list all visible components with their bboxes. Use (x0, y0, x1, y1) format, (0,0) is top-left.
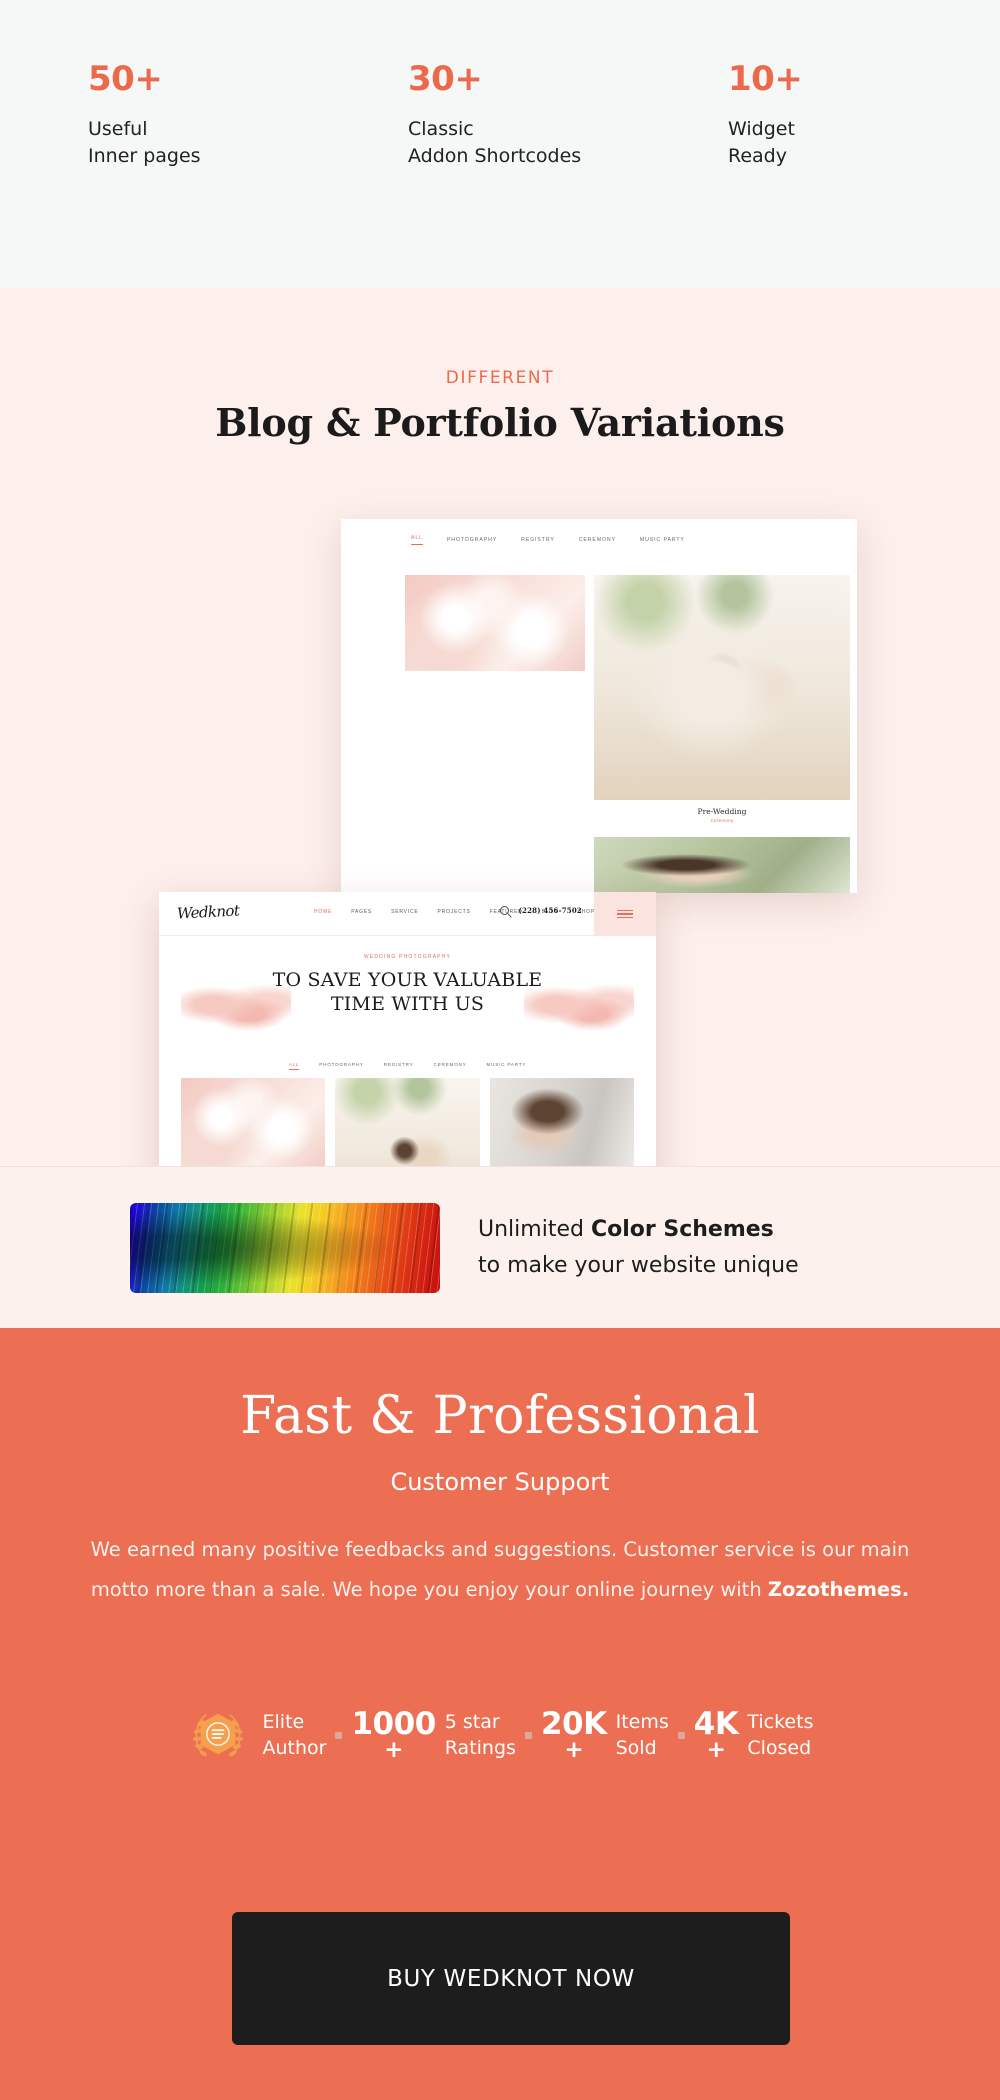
menu-item-pages[interactable]: PAGES (351, 909, 372, 915)
stat-ratings: 1000 + 5 star Ratings (351, 1708, 515, 1762)
stat-item-shortcodes: 30+ Classic Addon Shortcodes (408, 62, 728, 170)
support-stats-row: Elite Author 1000 + 5 star Ratings 20K + I… (0, 1704, 1000, 1766)
menu-item-service[interactable]: SERVICE (391, 909, 418, 915)
filter-music-party[interactable]: MUSIC PARTY (487, 1062, 527, 1070)
stat-label: Items Sold (615, 1710, 669, 1759)
top-stats-section: 50+ Useful Inner pages 30+ Classic Addon… (0, 0, 1000, 288)
hamburger-menu-icon[interactable] (594, 892, 656, 936)
support-subtitle: Customer Support (390, 1468, 610, 1496)
back-filter-ceremony[interactable]: CEREMONY (579, 537, 616, 543)
portfolio-thumb-flowers (181, 1078, 326, 1166)
color-schemes-text: Unlimited Color Schemes to make your web… (478, 1212, 799, 1283)
stat-label: Tickets Closed (747, 1710, 814, 1759)
back-filter-photography[interactable]: PHOTOGRAPHY (447, 537, 497, 543)
grid-column-2: Pre-Wedding Ceremony Tom and Anna Ceremo… (335, 1078, 480, 1166)
back-filter-music-party[interactable]: MUSIC PARTY (640, 537, 685, 543)
stat-number: 20K + (541, 1708, 607, 1762)
stat-label: Elite Author (262, 1711, 327, 1759)
color-schemes-bold: Color Schemes (590, 1217, 774, 1243)
back-thumb-makeup (594, 837, 850, 893)
stat-item-widgets: 10+ Widget Ready (728, 62, 1000, 170)
color-spectrum-swatch (130, 1203, 440, 1293)
stat-plus: + (564, 1737, 584, 1764)
grid-column-3: Wedding Day Photography Luxury Bride Mus… (489, 1078, 634, 1166)
color-schemes-row: Unlimited Color Schemes to make your web… (130, 1203, 799, 1293)
mockup-screenshot-back: ALL PHOTOGRAPHY REGISTRY CEREMONY MUSIC … (341, 519, 857, 893)
stat-separator-dot (524, 1731, 532, 1739)
stat-number: 50+ (88, 59, 163, 99)
front-mockup-hero: WEDDING PHOTOGRAPHY TO SAVE YOUR VALUABL… (159, 936, 656, 1054)
back-caption-pre-wedding: Pre-Wedding Ceremony (594, 807, 850, 823)
stat-number: 10+ (728, 59, 803, 99)
color-schemes-section: Unlimited Color Schemes to make your web… (0, 1166, 1000, 1328)
filter-photography[interactable]: PHOTOGRAPHY (319, 1062, 363, 1070)
support-title: Fast & Professional (240, 1386, 760, 1446)
menu-item-projects[interactable]: PROJECTS (438, 909, 471, 915)
support-brand-name: Zozothemes. (767, 1577, 910, 1601)
stat-number: 4K + (694, 1708, 739, 1762)
portfolio-card[interactable]: Pre-Wedding Ceremony (335, 1078, 480, 1166)
front-mockup-logo[interactable]: Wedknot (177, 901, 240, 922)
front-mockup-nav-right: (228) 456-7502 (499, 906, 582, 915)
hero-eyebrow: WEDDING PHOTOGRAPHY (363, 954, 452, 960)
portfolio-thumb-bride (489, 1078, 634, 1166)
back-mockup-body: Pre-Wedding Ceremony (341, 565, 857, 893)
landing-page: 50+ Useful Inner pages 30+ Classic Addon… (0, 0, 1000, 2100)
color-schemes-line-1: Unlimited Color Schemes (478, 1212, 799, 1248)
menu-item-home[interactable]: HOME (314, 909, 332, 915)
stat-number: 1000 + (351, 1708, 436, 1764)
grid-column-1: Wedding Venue Music Party Tenderness Reg… (181, 1078, 326, 1166)
stat-item-pages: 50+ Useful Inner pages (88, 62, 408, 170)
hero-title: TO SAVE YOUR VALUABLE TIME WITH US (272, 969, 543, 1016)
stat-items-sold: 20K + Items Sold (541, 1708, 669, 1762)
front-mockup-navbar: Wedknot HOME PAGES SERVICE PROJECTS FEAT… (159, 892, 656, 936)
back-thumb-couple-beach (594, 575, 850, 800)
front-mockup-filters: ALL PHOTOGRAPHY REGISTRY CEREMONY MUSIC … (159, 1062, 656, 1070)
stat-label: Widget Ready (728, 118, 795, 167)
stat-elite-author: Elite Author (263, 1708, 327, 1761)
stat-label: Classic Addon Shortcodes (408, 118, 582, 167)
color-schemes-line-2: to make your website unique (478, 1253, 799, 1278)
color-schemes-lead: Unlimited (478, 1217, 591, 1243)
mockup-screenshot-front: Wedknot HOME PAGES SERVICE PROJECTS FEAT… (159, 892, 656, 1166)
filter-ceremony[interactable]: CEREMONY (434, 1062, 467, 1070)
mockup-collage: ALL PHOTOGRAPHY REGISTRY CEREMONY MUSIC … (0, 288, 1000, 1166)
back-caption-subtitle: Ceremony (710, 818, 734, 823)
back-mockup-nav: ALL PHOTOGRAPHY REGISTRY CEREMONY MUSIC … (341, 519, 857, 565)
back-filter-registry[interactable]: REGISTRY (521, 537, 555, 543)
search-icon[interactable] (499, 906, 509, 915)
back-thumb-flowers (405, 575, 585, 671)
portfolio-thumb-couple-beach (335, 1078, 480, 1166)
portfolio-card[interactable]: Wedding Day Photography (489, 1078, 634, 1166)
stat-label: 5 star Ratings (444, 1710, 516, 1759)
back-filter-all[interactable]: ALL (411, 535, 423, 545)
stat-plus: + (706, 1737, 726, 1764)
stat-plus: + (384, 1737, 404, 1764)
phone-number[interactable]: (228) 456-7502 (519, 906, 582, 915)
buy-now-button[interactable]: BUY WEDKNOT NOW (232, 1912, 790, 2045)
filter-registry[interactable]: REGISTRY (384, 1062, 414, 1070)
support-paragraph: We earned many positive feedbacks and su… (90, 1530, 910, 1610)
stat-label: Useful Inner pages (88, 118, 201, 167)
top-stats-row: 50+ Useful Inner pages 30+ Classic Addon… (88, 62, 1000, 170)
front-mockup-portfolio-grid: Wedding Venue Music Party Tenderness Reg… (181, 1078, 634, 1166)
stat-separator-dot (335, 1731, 343, 1739)
back-mockup-filter-tabs: ALL PHOTOGRAPHY REGISTRY CEREMONY MUSIC … (411, 535, 685, 545)
portfolio-card[interactable]: Wedding Venue Music Party (181, 1078, 326, 1166)
elite-author-badge-icon (187, 1704, 249, 1766)
blog-portfolio-variations-section: DIFFERENT Blog & Portfolio Variations AL… (0, 288, 1000, 1166)
stat-separator-dot (677, 1731, 685, 1739)
stat-tickets-closed: 4K + Tickets Closed (694, 1708, 814, 1762)
stat-number: 30+ (408, 59, 483, 99)
back-caption-title: Pre-Wedding (697, 807, 747, 816)
filter-all[interactable]: ALL (289, 1062, 300, 1070)
